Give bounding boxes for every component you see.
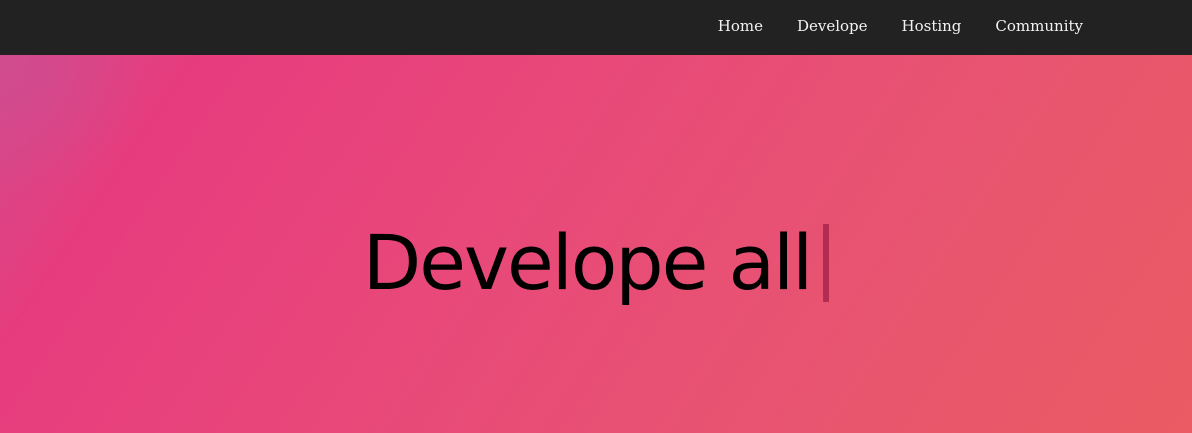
hero-headline: Develope all xyxy=(362,218,814,307)
hero-glow-decoration xyxy=(0,55,140,195)
nav-link-hosting[interactable]: Hosting xyxy=(902,18,962,37)
nav-link-community[interactable]: Community xyxy=(995,18,1083,37)
nav-link-develope[interactable]: Develope xyxy=(797,18,868,37)
hero-banner: Develope all xyxy=(0,55,1192,433)
top-navbar: Home Develope Hosting Community xyxy=(0,0,1192,55)
nav-link-home[interactable]: Home xyxy=(718,18,763,37)
typing-caret xyxy=(823,224,830,302)
hero-headline-container: Develope all xyxy=(0,213,1192,313)
main-nav: Home Develope Hosting Community xyxy=(684,0,1192,55)
